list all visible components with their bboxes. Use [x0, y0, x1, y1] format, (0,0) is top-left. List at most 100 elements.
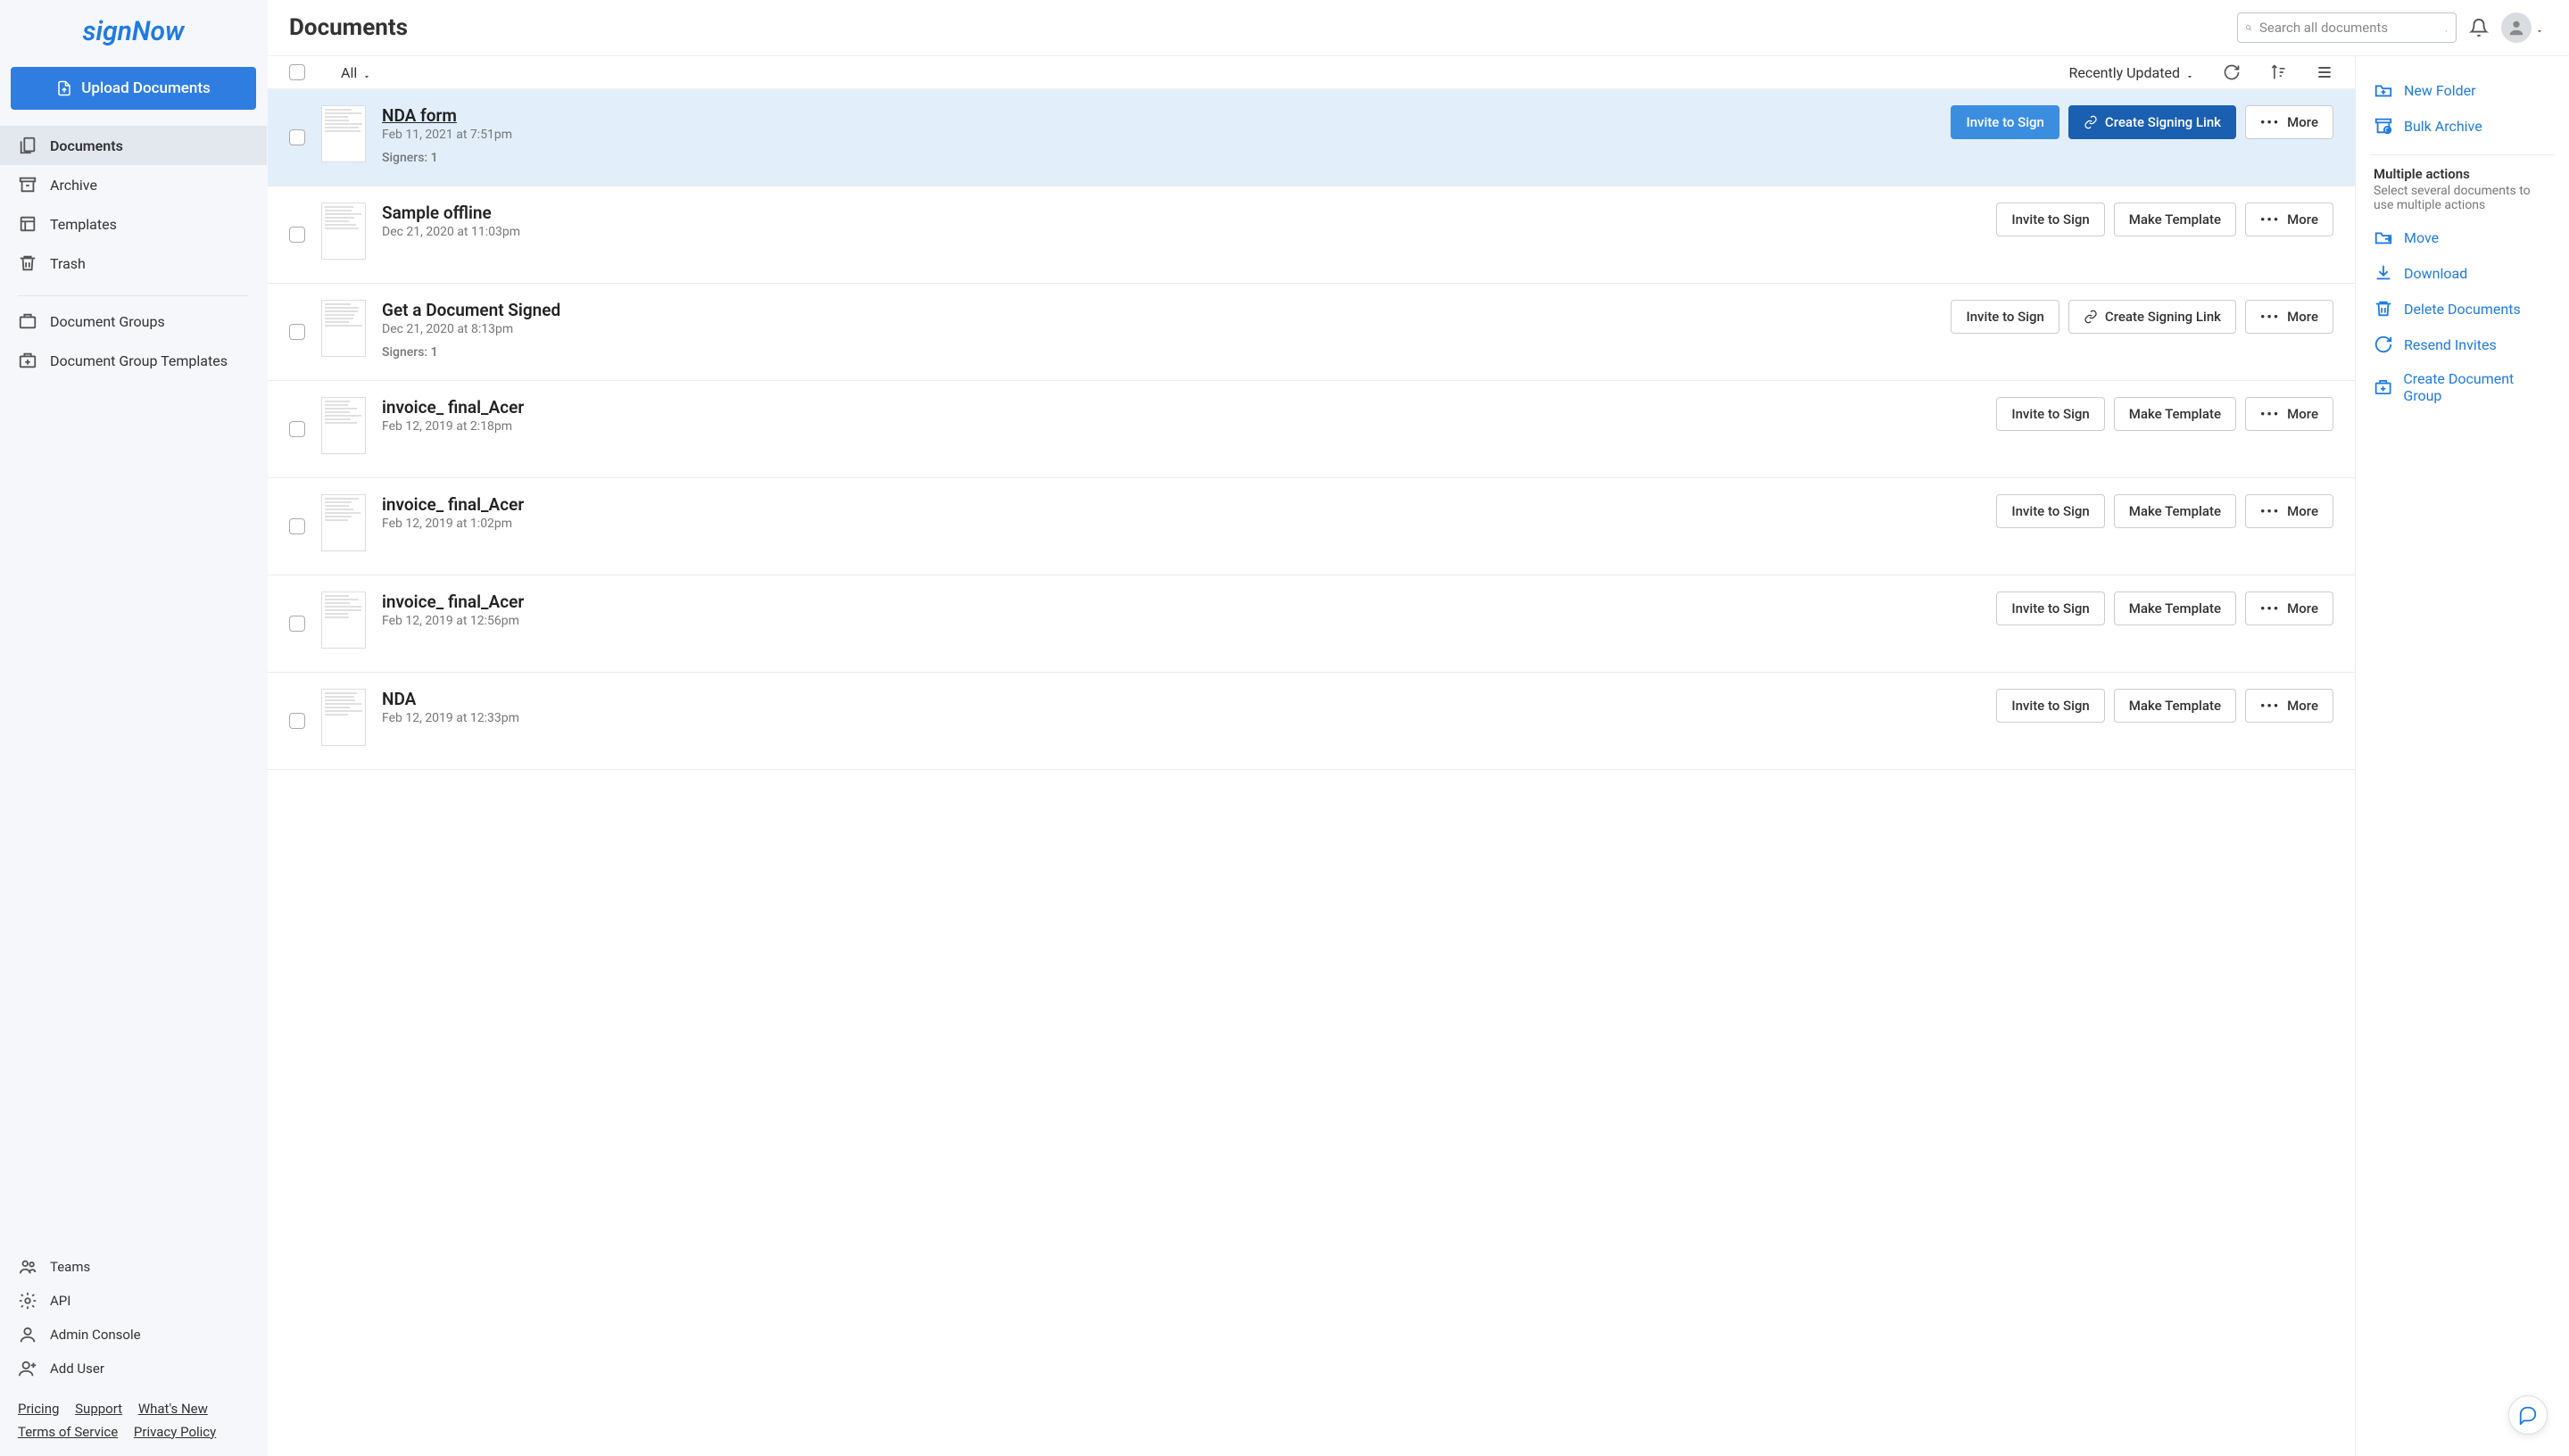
button-label: Create Signing Link — [2105, 309, 2221, 325]
document-row[interactable]: NDA formFeb 11, 2021 at 7:51pmSigners: 1… — [268, 89, 2355, 186]
list-controls: All Recently Updated — [268, 56, 2355, 89]
view-mode-icon[interactable] — [2316, 63, 2333, 81]
more-button[interactable]: •••More — [2245, 592, 2333, 625]
make-template-button[interactable]: Make Template — [2114, 397, 2236, 431]
action-label: Resend Invites — [2404, 336, 2497, 353]
document-title[interactable]: invoice_ final_Acer — [382, 592, 1980, 612]
create-signing-link-button[interactable]: Create Signing Link — [2068, 300, 2236, 334]
right-action-create-document-group[interactable]: Create Document Group — [2356, 362, 2569, 412]
invite-to-sign-button[interactable]: Invite to Sign — [1996, 689, 2104, 723]
row-checkbox[interactable] — [289, 518, 305, 534]
nav-item-teams[interactable]: Teams — [0, 1250, 267, 1284]
action-label: Download — [2404, 265, 2467, 282]
document-row[interactable]: Get a Document SignedDec 21, 2020 at 8:1… — [268, 284, 2355, 381]
sort-dropdown[interactable]: Recently Updated — [2068, 64, 2194, 81]
row-checkbox[interactable] — [289, 421, 305, 437]
footer-link-support[interactable]: Support — [75, 1401, 122, 1417]
move-icon — [2374, 228, 2393, 247]
nav-item-document-group-templates[interactable]: Document Group Templates — [0, 341, 267, 380]
upload-icon — [56, 80, 72, 96]
row-checkbox[interactable] — [289, 324, 305, 340]
delete-icon — [2374, 299, 2393, 318]
document-info: invoice_ final_AcerFeb 12, 2019 at 12:56… — [382, 592, 1980, 628]
document-title[interactable]: Get a Document Signed — [382, 300, 1935, 320]
footer-link-what-s-new[interactable]: What's New — [138, 1401, 208, 1417]
document-row[interactable]: invoice_ final_AcerFeb 12, 2019 at 1:02p… — [268, 478, 2355, 575]
button-label: Create Signing Link — [2105, 114, 2221, 130]
nav-item-trash[interactable]: Trash — [0, 244, 267, 283]
upload-documents-button[interactable]: Upload Documents — [11, 67, 256, 110]
invite-to-sign-button[interactable]: Invite to Sign — [1951, 300, 2059, 334]
more-button[interactable]: •••More — [2245, 105, 2333, 139]
filter-dropdown[interactable]: All — [321, 64, 371, 81]
chat-fab[interactable] — [2508, 1395, 2548, 1435]
bell-icon[interactable] — [2469, 18, 2489, 37]
right-action-download[interactable]: Download — [2356, 255, 2569, 291]
document-row[interactable]: invoice_ final_AcerFeb 12, 2019 at 2:18p… — [268, 381, 2355, 478]
nav-label: Admin Console — [50, 1327, 141, 1343]
more-button[interactable]: •••More — [2245, 494, 2333, 528]
make-template-button[interactable]: Make Template — [2114, 494, 2236, 528]
nav-label: Archive — [50, 177, 97, 194]
invite-to-sign-button[interactable]: Invite to Sign — [1951, 105, 2059, 139]
document-title[interactable]: NDA form — [382, 105, 1935, 126]
footer-link-privacy-policy[interactable]: Privacy Policy — [134, 1424, 216, 1440]
row-checkbox[interactable] — [289, 129, 305, 145]
nav-label: API — [50, 1293, 70, 1309]
make-template-button[interactable]: Make Template — [2114, 592, 2236, 625]
nav-item-add-user[interactable]: Add User — [0, 1352, 267, 1386]
page-title: Documents — [289, 14, 408, 41]
document-title[interactable]: Sample offline — [382, 203, 1980, 223]
teams-icon — [18, 1257, 37, 1277]
nav-item-documents[interactable]: Documents — [0, 126, 267, 165]
admin-icon — [18, 1325, 37, 1344]
footer-link-terms-of-service[interactable]: Terms of Service — [18, 1424, 118, 1440]
nav-item-templates[interactable]: Templates — [0, 204, 267, 244]
nav-item-api[interactable]: API — [0, 1284, 267, 1318]
nav-item-document-groups[interactable]: Document Groups — [0, 302, 267, 341]
document-title[interactable]: invoice_ final_Acer — [382, 494, 1980, 515]
make-template-button[interactable]: Make Template — [2114, 203, 2236, 236]
invite-to-sign-button[interactable]: Invite to Sign — [1996, 203, 2104, 236]
footer-link-pricing[interactable]: Pricing — [18, 1401, 59, 1417]
avatar — [2501, 12, 2532, 43]
create-signing-link-button[interactable]: Create Signing Link — [2068, 105, 2236, 139]
right-action-delete-documents[interactable]: Delete Documents — [2356, 291, 2569, 327]
nav-label: Trash — [50, 255, 86, 272]
nav-item-archive[interactable]: Archive — [0, 165, 267, 204]
more-button[interactable]: •••More — [2245, 300, 2333, 334]
nav-item-admin-console[interactable]: Admin Console — [0, 1318, 267, 1352]
more-button[interactable]: •••More — [2245, 689, 2333, 723]
sort-order-icon[interactable] — [2269, 63, 2287, 81]
nav-label: Document Groups — [50, 313, 165, 330]
search-input[interactable] — [2259, 20, 2437, 36]
document-title[interactable]: NDA — [382, 689, 1980, 709]
templates-icon — [18, 214, 37, 234]
row-checkbox[interactable] — [289, 616, 305, 632]
right-action-move[interactable]: Move — [2356, 219, 2569, 255]
right-action-bulk-archive[interactable]: Bulk Archive — [2356, 108, 2569, 144]
row-checkbox[interactable] — [289, 713, 305, 729]
invite-to-sign-button[interactable]: Invite to Sign — [1996, 397, 2104, 431]
make-template-button[interactable]: Make Template — [2114, 689, 2236, 723]
document-row[interactable]: Sample offline Dec 21, 2020 at 11:03pm Inv… — [268, 186, 2355, 284]
row-checkbox[interactable] — [289, 227, 305, 243]
chevron-down-icon[interactable] — [2444, 23, 2449, 32]
right-action-new-folder[interactable]: New Folder — [2356, 72, 2569, 108]
more-button[interactable]: •••More — [2245, 203, 2333, 236]
select-all-checkbox[interactable] — [289, 64, 305, 80]
button-label: More — [2287, 114, 2318, 130]
nav-main: Documents Archive Templates Trash — [0, 126, 267, 290]
search-box[interactable] — [2237, 12, 2457, 43]
user-menu[interactable] — [2501, 12, 2544, 43]
refresh-icon[interactable] — [2223, 63, 2241, 81]
more-button[interactable]: •••More — [2245, 397, 2333, 431]
invite-to-sign-button[interactable]: Invite to Sign — [1996, 494, 2104, 528]
document-date: Dec 21, 2020 at 11:03pm — [382, 225, 1980, 239]
document-title[interactable]: invoice_ final_Acer — [382, 397, 1980, 418]
document-date: Feb 11, 2021 at 7:51pm — [382, 128, 1935, 142]
document-row[interactable]: invoice_ final_AcerFeb 12, 2019 at 12:56… — [268, 575, 2355, 673]
right-action-resend-invites[interactable]: Resend Invites — [2356, 327, 2569, 362]
document-row[interactable]: NDAFeb 12, 2019 at 12:33pmInvite to Sign… — [268, 673, 2355, 770]
invite-to-sign-button[interactable]: Invite to Sign — [1996, 592, 2104, 625]
